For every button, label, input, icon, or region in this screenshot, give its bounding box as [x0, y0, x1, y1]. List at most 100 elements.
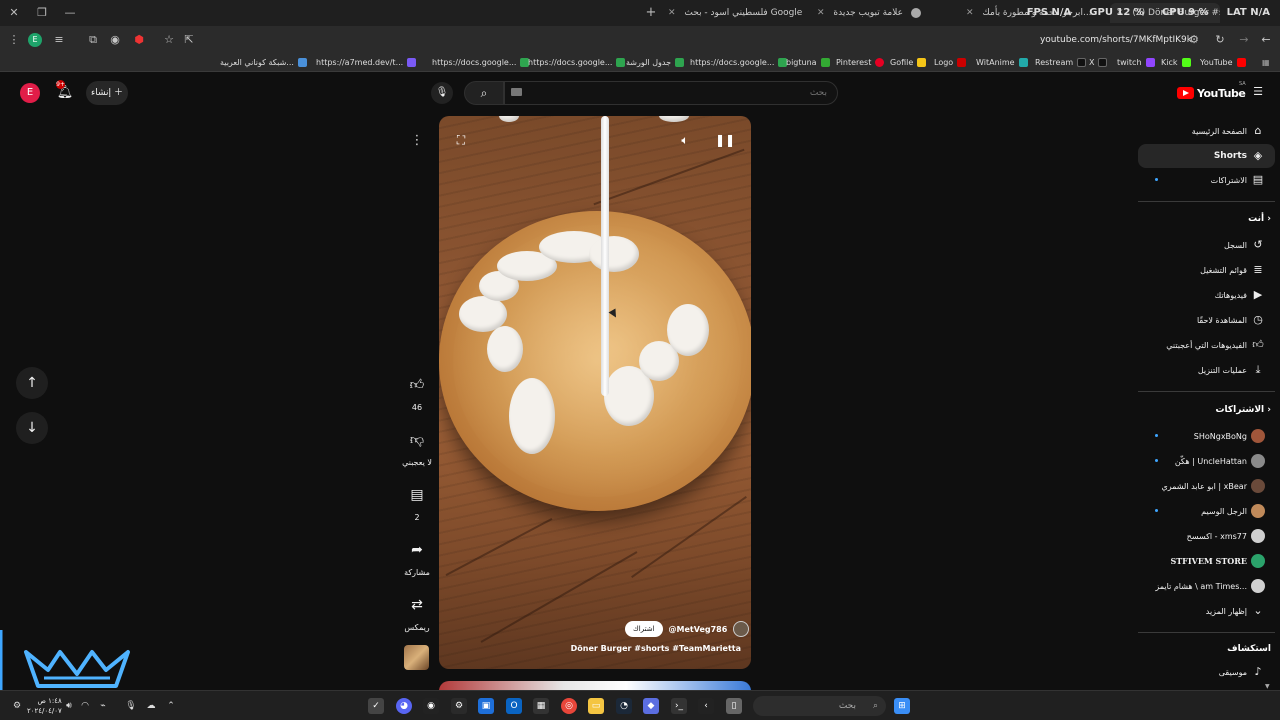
forward-icon[interactable]: → [1236, 32, 1252, 48]
bookmark-star-icon[interactable]: ☆ [161, 32, 177, 48]
sidebar-item-subscriptions[interactable]: الاشتراكات ▤ [1138, 168, 1275, 192]
system-clock[interactable]: ١:٤٨ ص ٢٠٢٤/٠٤/٠٧ [27, 696, 62, 716]
bookmark-item[interactable]: جدول الورشة [626, 56, 685, 69]
app-file-explorer-icon[interactable]: ▭ [588, 698, 604, 714]
sidebar-sub-channel[interactable]: اكسسح - xms77 [1138, 524, 1275, 548]
app-outlook-icon[interactable]: O [506, 698, 522, 714]
app-terminal-icon[interactable]: ›_ [671, 698, 687, 714]
close-tab-icon[interactable]: ✕ [966, 8, 974, 18]
wifi-icon[interactable]: ◠ [78, 699, 92, 713]
sidebar-item-your-videos[interactable]: فيديوهاتك ▶ [1138, 283, 1275, 307]
bookmark-item[interactable]: Pinterest [836, 56, 885, 69]
taskbar-search[interactable]: بحث ⌕ [753, 696, 886, 716]
sidebar-item-liked-videos[interactable]: الفيديوهات التي أعجبتني 👍︎ [1138, 333, 1275, 357]
extension-adblock-icon[interactable]: ⬢ [131, 32, 147, 48]
like-button[interactable]: 👍︎ [402, 370, 432, 400]
sidebar-sub-channel[interactable]: SHoNgxBoNg [1138, 424, 1275, 448]
youtube-logo[interactable]: YouTube [1177, 84, 1246, 102]
reload-icon[interactable]: ↻ [1212, 32, 1228, 48]
close-window-icon[interactable]: ✕ [6, 5, 22, 21]
sound-thumbnail[interactable] [404, 645, 429, 670]
back-icon[interactable]: ← [1258, 32, 1274, 48]
sidebar-show-more[interactable]: إظهار المزيد ⌄ [1138, 599, 1275, 623]
more-options-icon[interactable]: ⋮ [406, 130, 428, 152]
profile-avatar[interactable]: E [28, 33, 42, 47]
short-video-player[interactable]: ⛶ 🔈︎ ❚❚ اشتراك @MetVeg786 Döner Burger #… [439, 116, 751, 669]
close-tab-icon[interactable]: ✕ [817, 8, 825, 18]
app-vpn-icon[interactable]: ◆ [643, 698, 659, 714]
tab-new-tab[interactable]: ✕ علامة تبويب جديدة [817, 3, 955, 23]
windows-start-icon[interactable]: ⊞ [894, 698, 910, 714]
sidebar-section-subscriptions[interactable]: الاشتراكات › [1215, 405, 1271, 415]
previous-short-button[interactable]: ↑ [16, 367, 48, 399]
channel-handle[interactable]: @MetVeg786 [669, 625, 728, 634]
share-page-icon[interactable]: ⇱ [181, 32, 197, 48]
search-button[interactable]: ⌕ [464, 81, 504, 105]
bookmark-item[interactable]: https://docs.google... [690, 56, 788, 69]
fullscreen-icon[interactable]: ⛶ [448, 127, 474, 153]
cloud-icon[interactable]: ☁ [144, 699, 158, 713]
app-steam-icon[interactable]: ✓ [368, 698, 384, 714]
new-tab-icon[interactable]: + [643, 5, 659, 21]
app-notepad-icon[interactable]: ▯ [726, 698, 742, 714]
bookmark-item[interactable]: Gofile [890, 56, 927, 69]
sidebar-sub-channel[interactable]: STFIVEM STORE [1138, 549, 1275, 573]
bookmark-item[interactable]: bigtuna [786, 56, 830, 69]
sidebar-item-watch-later[interactable]: المشاهدة لاحقًا ◷ [1138, 308, 1275, 332]
app-epic-icon[interactable]: ‹ [698, 698, 714, 714]
app-photos-icon[interactable]: ▣ [478, 698, 494, 714]
sidebar-sub-channel[interactable]: الرجل الوسيم [1138, 499, 1275, 523]
app-settings-icon[interactable]: ⚙ [451, 698, 467, 714]
next-short-button[interactable]: ↓ [16, 412, 48, 444]
app-store-icon[interactable]: ▦ [533, 698, 549, 714]
microphone-icon[interactable]: 🎙︎ [124, 699, 138, 713]
dislike-button[interactable]: 👎︎ [402, 425, 432, 455]
bookmark-item[interactable]: https://docs.google... [528, 56, 626, 69]
comments-button[interactable]: ▤ [402, 480, 432, 510]
speaker-icon[interactable]: 🔊︎ [62, 699, 76, 713]
share-button[interactable]: ➦ [402, 535, 432, 565]
network-icon[interactable]: ⌁ [96, 699, 110, 713]
bookmark-item[interactable]: https://a7med.dev/t... [316, 56, 417, 69]
sidebar-sub-channel[interactable]: ابو عابد الشمري | xBear [1138, 474, 1275, 498]
bookmark-item[interactable]: Restream [1035, 56, 1087, 69]
pause-icon[interactable]: ❚❚ [712, 127, 738, 153]
remix-button[interactable]: ⇄ [402, 590, 432, 620]
volume-icon[interactable]: 🔈︎ [672, 127, 698, 153]
app-obs-icon[interactable]: ◉ [423, 698, 439, 714]
bookmark-item[interactable]: WitAnime [976, 56, 1028, 69]
app-steam-client-icon[interactable]: ◔ [616, 698, 632, 714]
app-discord-icon[interactable]: ◕ [396, 698, 412, 714]
show-hidden-icons-chevron-icon[interactable]: ⌃ [164, 699, 178, 713]
settings-gear-icon[interactable]: ⚙ [10, 699, 24, 713]
bookmark-item[interactable]: twitch [1117, 56, 1155, 69]
subscribe-button[interactable]: اشتراك [625, 621, 663, 637]
extension-shield-icon[interactable]: ◉ [107, 32, 123, 48]
address-url[interactable]: youtube.com/shorts/7MKfMptIK9k [1040, 32, 1192, 48]
sidebar-item-history[interactable]: السجل ↺ [1138, 233, 1275, 257]
site-settings-icon[interactable]: ⚙ [1186, 32, 1202, 48]
bookmark-item[interactable]: https://docs.google... [432, 56, 530, 69]
sidebar-item-downloads[interactable]: عمليات التنزيل ⤓ [1138, 358, 1275, 382]
sidebar-item-home[interactable]: الصفحة الرئيسية ⌂ [1138, 119, 1275, 143]
extension-puzzle-icon[interactable]: ⧉ [85, 32, 101, 48]
hamburger-menu-icon[interactable]: ☰ [1250, 84, 1266, 100]
restore-window-icon[interactable]: ❐ [34, 5, 50, 21]
close-tab-icon[interactable]: ✕ [668, 8, 676, 18]
sidebar-section-you[interactable]: أنت › [1248, 214, 1271, 224]
browser-menu-icon[interactable]: ⋮ [6, 32, 22, 48]
bookmark-item[interactable]: YouTube [1200, 56, 1246, 69]
bookmark-item[interactable]: X [1089, 56, 1108, 69]
keyboard-icon[interactable] [511, 88, 522, 96]
bookmark-item[interactable]: شبكة كوناني العربية... [220, 56, 307, 69]
create-button[interactable]: إنشاء ＋ [86, 81, 128, 105]
search-input[interactable] [504, 81, 838, 105]
sidebar-item-shorts[interactable]: Shorts ◈ [1138, 144, 1275, 168]
all-bookmarks-icon[interactable]: ▦ [1262, 56, 1270, 69]
sidebar-sub-channel[interactable]: هشام تايمز \ am Times... [1138, 574, 1275, 598]
tab-google-search[interactable]: ✕ فلسطيني اسود - بحث Google [668, 3, 808, 23]
bookmark-item[interactable]: Logo [934, 56, 967, 69]
account-avatar[interactable]: E [20, 83, 40, 103]
bookmark-item[interactable]: Kick [1161, 56, 1191, 69]
app-chrome-icon[interactable]: ◎ [561, 698, 577, 714]
